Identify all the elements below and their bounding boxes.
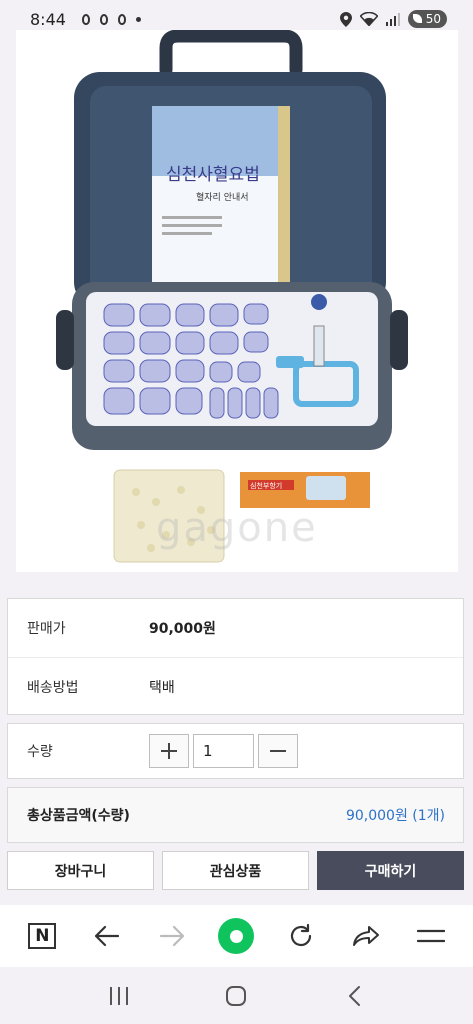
shipping-label: 배송방법 bbox=[27, 679, 79, 696]
quantity-increase-button[interactable] bbox=[149, 734, 189, 768]
system-nav-bar bbox=[0, 967, 473, 1024]
status-right: 50 bbox=[339, 10, 447, 28]
price-row: 판매가 90,000원 bbox=[8, 599, 463, 657]
image-watermark: gagone bbox=[156, 505, 318, 551]
share-button[interactable] bbox=[344, 914, 388, 958]
product-image[interactable]: 심천사혈요법 혈자리 안내서 심천부항기 gagone bbox=[16, 30, 458, 572]
system-back-button[interactable] bbox=[332, 974, 376, 1018]
total-section: 총상품금액(수량) 90,000원 (1개) bbox=[7, 787, 464, 843]
dot-icon bbox=[135, 16, 141, 22]
wishlist-button[interactable]: 관심상품 bbox=[162, 851, 309, 890]
quantity-input[interactable]: 1 bbox=[193, 734, 254, 768]
product-info-table: 판매가 90,000원 배송방법 택배 bbox=[7, 598, 464, 715]
quantity-label: 수량 bbox=[27, 744, 53, 760]
price-label: 판매가 bbox=[27, 621, 66, 637]
forward-button[interactable] bbox=[150, 914, 194, 958]
status-time: 8:44 bbox=[30, 9, 66, 29]
location-icon bbox=[339, 11, 352, 27]
cart-button[interactable]: 장바구니 bbox=[7, 851, 154, 890]
total-value: 90,000원 (1개) bbox=[345, 808, 445, 824]
home-button[interactable] bbox=[214, 974, 258, 1018]
wifi-icon bbox=[359, 12, 378, 26]
quantity-section: 수량 1 bbox=[7, 723, 464, 779]
product-photo: 심천사혈요법 혈자리 안내서 심천부항기 bbox=[56, 30, 408, 563]
manual-title: 심천사혈요법 bbox=[166, 165, 260, 185]
recent-apps-icon bbox=[109, 986, 128, 1005]
green-dot-button[interactable] bbox=[214, 914, 258, 958]
home-icon bbox=[226, 985, 247, 1006]
notification-icon bbox=[117, 13, 126, 25]
quantity-decrease-button[interactable] bbox=[258, 734, 298, 768]
shipping-row: 배송방법 택배 bbox=[8, 657, 463, 715]
back-button[interactable] bbox=[85, 914, 129, 958]
green-dot-icon bbox=[218, 918, 255, 954]
total-label: 총상품금액(수량) bbox=[27, 808, 130, 824]
minus-icon bbox=[270, 750, 286, 752]
battery-icon: 50 bbox=[407, 10, 447, 28]
share-icon bbox=[352, 926, 379, 946]
naver-home-button[interactable]: N bbox=[20, 914, 64, 958]
battery-level: 50 bbox=[425, 12, 441, 26]
buy-button[interactable]: 구매하기 bbox=[317, 851, 464, 890]
shipping-value: 택배 bbox=[149, 679, 175, 696]
naver-icon: N bbox=[28, 923, 57, 949]
notification-icons bbox=[81, 13, 141, 25]
forward-icon bbox=[159, 925, 184, 947]
menu-button[interactable] bbox=[409, 914, 453, 958]
refresh-button[interactable] bbox=[279, 914, 323, 958]
refresh-icon bbox=[291, 923, 312, 947]
system-back-icon bbox=[349, 985, 361, 1006]
notification-icon bbox=[99, 13, 108, 25]
browser-toolbar: N bbox=[0, 905, 473, 967]
price-value: 90,000원 bbox=[149, 621, 216, 637]
menu-icon bbox=[416, 929, 445, 943]
action-buttons: 장바구니 관심상품 구매하기 bbox=[7, 851, 464, 890]
package-label: 심천부항기 bbox=[250, 481, 282, 490]
recent-apps-button[interactable] bbox=[97, 974, 141, 1018]
back-icon bbox=[94, 925, 120, 947]
manual-subtitle: 혈자리 안내서 bbox=[196, 191, 249, 203]
notification-icon bbox=[81, 13, 90, 25]
signal-icon bbox=[385, 13, 400, 26]
